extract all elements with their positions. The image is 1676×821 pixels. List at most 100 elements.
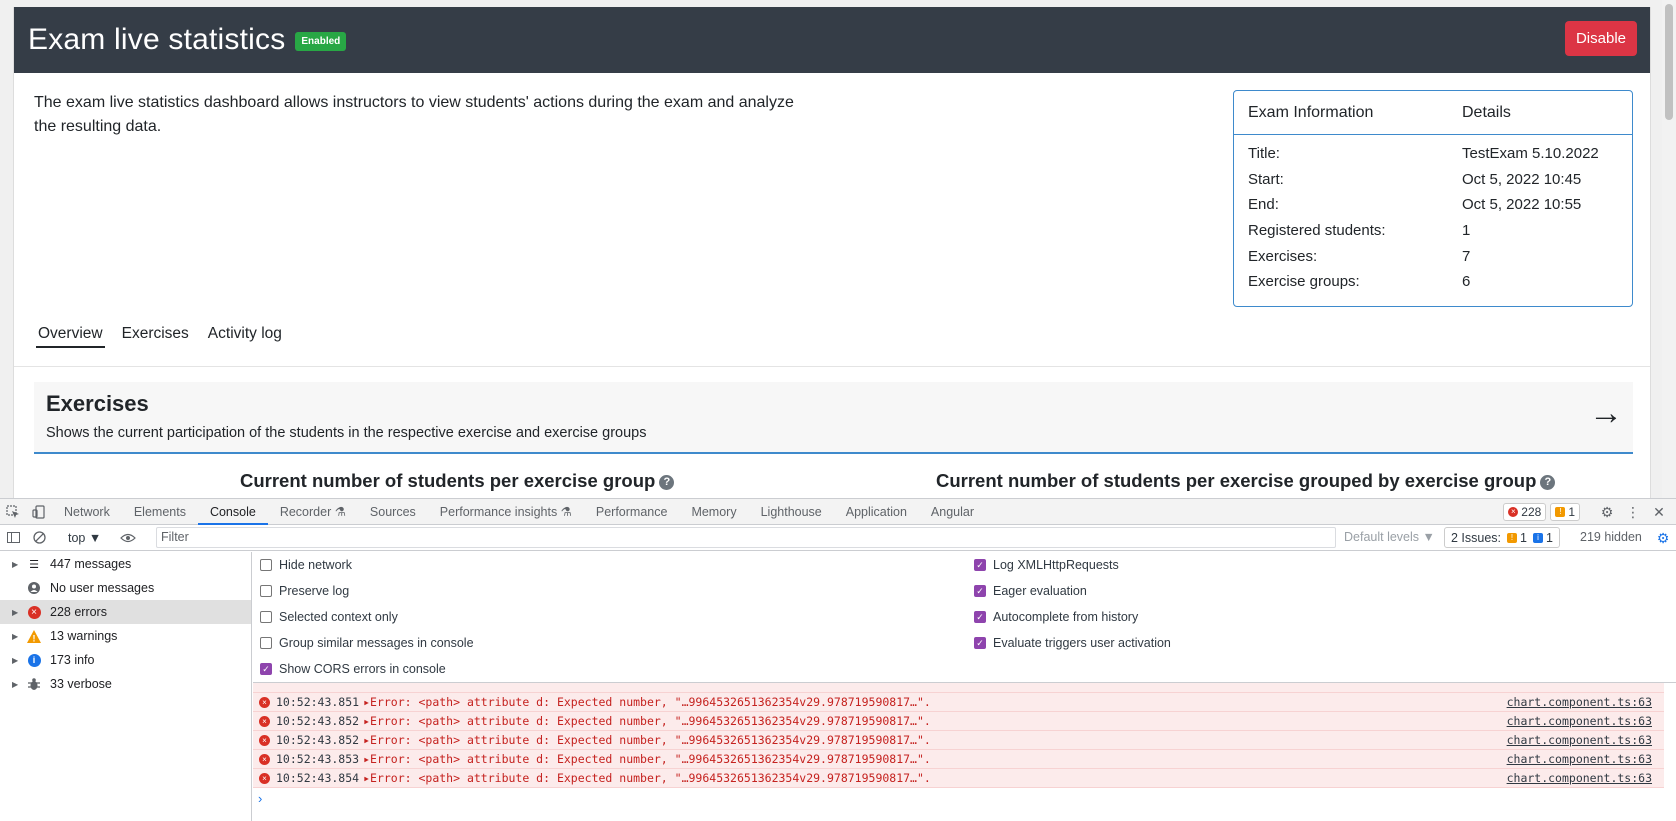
devtools-panel: Network Elements Console Recorder ⚗ Sour… [0,498,1676,821]
device-toolbar-icon[interactable] [26,499,52,525]
exam-info-row: Start: Oct 5, 2022 10:45 [1234,167,1632,193]
log-source-link[interactable]: chart.component.ts:63 [1507,695,1652,709]
error-icon: × [259,696,270,708]
page-description: The exam live statistics dashboard allow… [34,94,794,135]
devtools-tab-bar: Network Elements Console Recorder ⚗ Sour… [0,499,1676,525]
list-icon: ☰ [29,558,39,571]
details-col-header: Details [1462,103,1511,121]
console-settings-gear-icon[interactable]: ⚙ [1650,525,1676,551]
sidebar-item-messages[interactable]: ▶ ☰ 447 messages [0,552,251,576]
sidebar-item-user-messages[interactable]: No user messages [0,576,251,600]
tab-memory[interactable]: Memory [679,499,748,525]
tab-exercises[interactable]: Exercises [120,325,191,348]
checkbox-label: Evaluate triggers user activation [993,636,1171,650]
error-icon: × [259,753,270,765]
svg-text:!: ! [33,633,36,643]
log-row[interactable]: × 10:52:43.852 ▸Error: <path> attribute d:… [253,731,1664,750]
sidebar-toggle-icon[interactable] [0,525,26,551]
inspect-element-icon[interactable] [0,499,26,525]
preserve-log-checkbox[interactable]: Preserve log [260,584,349,598]
checkbox-box [260,559,272,571]
console-sidebar: ▶ ☰ 447 messages No user messages ▶ × 228 er… [0,552,252,821]
exam-info-row: Exercise groups: 6 [1234,269,1632,295]
evaluate-triggers-checkbox[interactable]: ✓ Evaluate triggers user activation [974,636,1171,650]
log-row[interactable]: × 10:52:43.854 ▸Error: <path> attribute d:… [253,769,1664,788]
tab-lighthouse[interactable]: Lighthouse [749,499,834,525]
chart-title-text: Current number of students per exercise … [240,470,656,491]
eye-icon[interactable] [115,525,141,551]
log-timestamp: 10:52:43.854 [276,771,360,785]
sidebar-item-label: 447 messages [50,557,132,571]
exam-info-table: Exam Information Details Title: TestExam … [1233,90,1633,307]
sidebar-item-label: 13 warnings [50,629,118,643]
sidebar-item-verbose[interactable]: ▶ 33 verbose [0,672,251,696]
sidebar-item-errors[interactable]: ▶ × 228 errors [0,600,251,624]
tab-overview[interactable]: Overview [36,325,105,348]
issues-info-count: 1 [1545,530,1553,545]
tab-console[interactable]: Console [197,499,268,525]
devtools-right-controls: × 228 ! 1 ⚙ ⋮ ✕ [1499,499,1672,525]
tab-performance[interactable]: Performance [584,499,680,525]
filter-input[interactable]: Filter [156,527,1336,548]
log-message: ▸Error: <path> attribute d: Expected num… [363,695,931,709]
help-icon[interactable]: ? [1540,474,1556,490]
checkbox-label: Selected context only [279,610,398,624]
log-row[interactable]: × 10:52:43.853 ▸Error: <path> attribute d:… [253,750,1664,769]
error-count-badge[interactable]: × 228 [1503,503,1547,521]
exam-info-header: Exam Information Details [1234,91,1632,135]
close-icon[interactable]: ✕ [1646,499,1672,525]
checkbox-box-checked: ✓ [974,637,986,649]
eager-evaluation-checkbox[interactable]: ✓ Eager evaluation [974,584,1087,598]
log-row[interactable]: × 10:52:43.852 ▸Error: <path> attribute d:… [253,712,1664,731]
clear-console-icon[interactable] [26,525,52,551]
log-row[interactable]: × 10:52:43.851 ▸Error: <path> attribute d:… [253,693,1664,712]
info-value: 7 [1462,247,1471,265]
group-similar-checkbox[interactable]: Group similar messages in console [260,636,474,650]
error-icon: × [259,734,270,746]
page-scrollbar[interactable] [1662,0,1676,498]
tab-activity-log[interactable]: Activity log [206,325,284,348]
warning-count-badge[interactable]: ! 1 [1550,503,1580,521]
selected-context-only-checkbox[interactable]: Selected context only [260,610,398,624]
log-source-link[interactable]: chart.component.ts:63 [1507,714,1652,728]
show-cors-errors-checkbox[interactable]: ✓ Show CORS errors in console [260,662,446,676]
log-timestamp: 10:52:43.852 [276,733,360,747]
error-count: 228 [1521,505,1542,519]
tabs-divider [14,366,1650,367]
hide-network-checkbox[interactable]: Hide network [260,558,352,572]
checkbox-box-checked: ✓ [260,663,272,675]
log-source-link[interactable]: chart.component.ts:63 [1507,733,1652,747]
tab-performance-insights[interactable]: Performance insights ⚗ [428,499,584,525]
exercises-card: Exercises Shows the current participatio… [34,382,1633,454]
tab-sources[interactable]: Sources [358,499,428,525]
help-icon[interactable]: ? [659,474,675,490]
autocomplete-history-checkbox[interactable]: ✓ Autocomplete from history [974,610,1138,624]
sidebar-item-warnings[interactable]: ▶! 13 warnings [0,624,251,648]
disable-button[interactable]: Disable [1564,21,1637,56]
tab-recorder[interactable]: Recorder ⚗ [268,499,358,525]
tab-network[interactable]: Network [52,499,122,525]
log-xmlhttprequests-checkbox[interactable]: ✓ Log XMLHttpRequests [974,558,1119,572]
issues-button[interactable]: 2 Issues: ! 1 i1 [1444,527,1560,548]
more-options-icon[interactable]: ⋮ [1620,499,1646,525]
checkbox-label: Show CORS errors in console [279,662,446,676]
tab-angular[interactable]: Angular [919,499,986,525]
default-levels-dropdown[interactable]: Default levels ▼ [1344,530,1435,544]
context-selector[interactable]: top ▼ [68,531,101,545]
arrow-right-icon[interactable]: → [1589,396,1623,430]
scroll-thumb[interactable] [1665,4,1673,120]
info-label: Exercise groups: [1248,273,1360,291]
sidebar-item-info[interactable]: ▶ i 173 info [0,648,251,672]
expand-icon: ▶ [12,631,19,641]
expand-icon: ▶ [12,679,19,689]
tab-elements[interactable]: Elements [122,499,198,525]
log-source-link[interactable]: chart.component.ts:63 [1507,771,1652,785]
log-message: ▸Error: <path> attribute d: Expected num… [363,752,931,766]
checkbox-box-checked: ✓ [974,585,986,597]
tab-application[interactable]: Application [834,499,919,525]
gear-icon[interactable]: ⚙ [1594,499,1620,525]
log-source-link[interactable]: chart.component.ts:63 [1507,752,1652,766]
checkbox-box-checked: ✓ [974,611,986,623]
console-prompt[interactable]: › [258,791,262,806]
expand-icon: ▶ [12,559,19,569]
